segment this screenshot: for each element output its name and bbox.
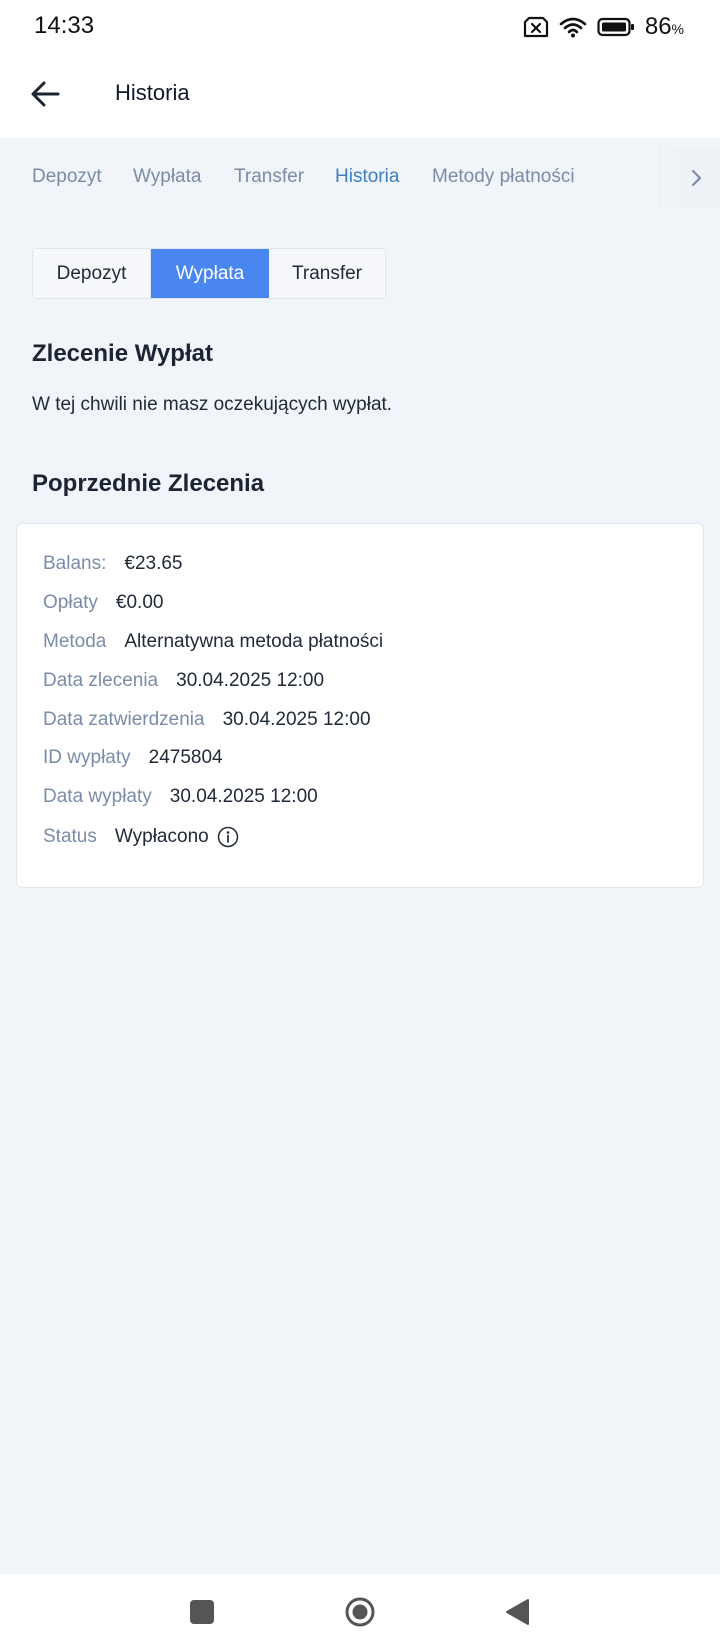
- no-sim-icon: [523, 16, 548, 38]
- system-nav-bar: [0, 1574, 720, 1650]
- detail-row-status: Status Wypłacono: [43, 826, 239, 848]
- app-bar: Historia: [0, 52, 720, 138]
- detail-row-method: Metoda Alternatywna metoda płatności: [43, 631, 383, 653]
- status-bar: 14:33 86%: [0, 0, 720, 52]
- battery-level: 86%: [644, 13, 684, 40]
- detail-value: 30.04.2025 12:00: [169, 786, 318, 807]
- detail-row-balance: Balans: €23.65: [43, 553, 183, 575]
- tab-wyplata[interactable]: Wypłata: [133, 166, 201, 188]
- status-value: Wypłacono: [115, 826, 239, 848]
- recent-apps-icon[interactable]: [186, 1596, 218, 1628]
- nav-back-icon[interactable]: [502, 1596, 534, 1628]
- detail-label: Data zatwierdzenia: [43, 709, 205, 730]
- detail-row-withdrawal-id: ID wypłaty 2475804: [43, 747, 223, 769]
- detail-row-fees: Opłaty €0.00: [43, 592, 163, 614]
- detail-row-approval-date: Data zatwierdzenia 30.04.2025 12:00: [43, 709, 371, 731]
- detail-value: Alternatywna metoda płatności: [124, 631, 384, 652]
- pending-heading: Zlecenie Wypłat: [32, 340, 213, 367]
- chevron-right-icon[interactable]: [686, 168, 706, 188]
- detail-value: 2475804: [148, 747, 223, 768]
- detail-row-withdrawal-date: Data wypłaty 30.04.2025 12:00: [43, 786, 318, 808]
- detail-value: €0.00: [115, 592, 164, 613]
- detail-label: ID wypłaty: [43, 747, 131, 768]
- info-icon[interactable]: [217, 826, 239, 848]
- status-time: 14:33: [34, 12, 95, 39]
- home-icon[interactable]: [344, 1596, 376, 1628]
- tab-metody-platnosci[interactable]: Metody płatności: [432, 166, 575, 188]
- wifi-icon: [559, 17, 587, 38]
- tab-depozyt[interactable]: Depozyt: [32, 166, 102, 188]
- tab-bar: Depozyt Wypłata Transfer Historia Metody…: [0, 138, 720, 218]
- detail-value: 30.04.2025 12:00: [222, 709, 371, 730]
- detail-label: Balans:: [43, 553, 107, 574]
- withdrawal-type-selector: Depozyt Wypłata Transfer: [32, 248, 386, 299]
- detail-row-order-date: Data zlecenia 30.04.2025 12:00: [43, 670, 324, 692]
- segment-wyplata[interactable]: Wypłata: [151, 249, 269, 298]
- segment-depozyt[interactable]: Depozyt: [33, 249, 151, 298]
- withdrawal-card: Balans: €23.65 Opłaty €0.00 Metoda Alter…: [16, 523, 704, 888]
- battery-icon: [597, 17, 634, 37]
- detail-label: Status: [43, 826, 97, 847]
- detail-label: Metoda: [43, 631, 107, 652]
- tab-historia[interactable]: Historia: [335, 166, 399, 188]
- detail-value: 30.04.2025 12:00: [176, 670, 325, 691]
- detail-label: Opłaty: [43, 592, 98, 613]
- status-icons: 86%: [523, 12, 684, 42]
- detail-label: Data zlecenia: [43, 670, 159, 691]
- detail-label: Data wypłaty: [43, 786, 152, 807]
- status-text: Wypłacono: [114, 826, 209, 847]
- back-arrow-icon[interactable]: [28, 76, 64, 112]
- pending-message: W tej chwili nie masz oczekujących wypła…: [32, 394, 393, 415]
- tab-transfer[interactable]: Transfer: [234, 166, 304, 188]
- previous-heading: Poprzednie Zlecenia: [32, 470, 265, 497]
- page-title: Historia: [115, 80, 190, 105]
- segment-transfer[interactable]: Transfer: [269, 249, 385, 298]
- detail-value: €23.65: [124, 553, 183, 574]
